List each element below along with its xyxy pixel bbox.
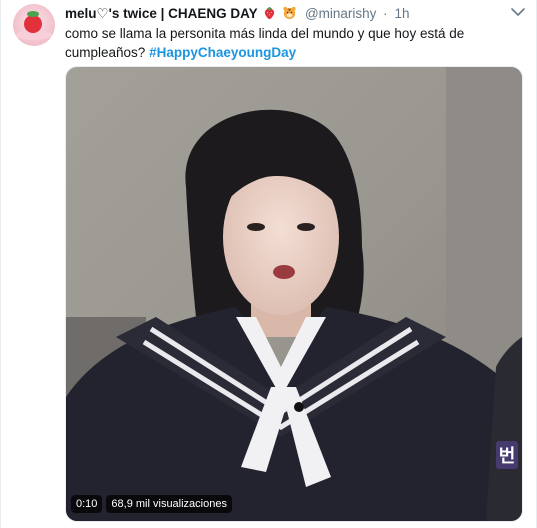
video-overlay-info: 0:10 68,9 mil visualizaciones xyxy=(71,494,232,514)
video-views: 68,9 mil visualizaciones xyxy=(106,495,232,513)
strawberry-image xyxy=(24,15,42,33)
separator-dot: · xyxy=(383,6,388,21)
hashtag-link[interactable]: #HappyChaeyoungDay xyxy=(149,45,296,60)
leaf-image xyxy=(27,11,39,17)
tweet-timestamp[interactable]: 1h xyxy=(394,6,409,21)
tweet-card[interactable]: melu♡'s twice | CHAENG DAY @minarishy · … xyxy=(0,0,537,528)
strawberry-emoji-icon xyxy=(265,6,275,20)
video-player[interactable]: 번 xyxy=(65,66,523,522)
video-frame-image[interactable]: 번 xyxy=(66,67,522,521)
tweet-text: como se llama la personita más linda del… xyxy=(65,24,465,62)
tweet-header: melu♡'s twice | CHAENG DAY @minarishy · … xyxy=(65,5,496,23)
user-handle[interactable]: @minarishy xyxy=(305,6,376,21)
subtitle-glyph: 번 xyxy=(499,446,516,467)
tiger-emoji-icon xyxy=(283,6,296,20)
user-avatar[interactable] xyxy=(13,4,55,46)
chevron-down-icon[interactable] xyxy=(510,6,526,18)
video-duration: 0:10 xyxy=(71,495,103,513)
display-name[interactable]: melu♡'s twice | CHAENG DAY xyxy=(65,6,258,21)
